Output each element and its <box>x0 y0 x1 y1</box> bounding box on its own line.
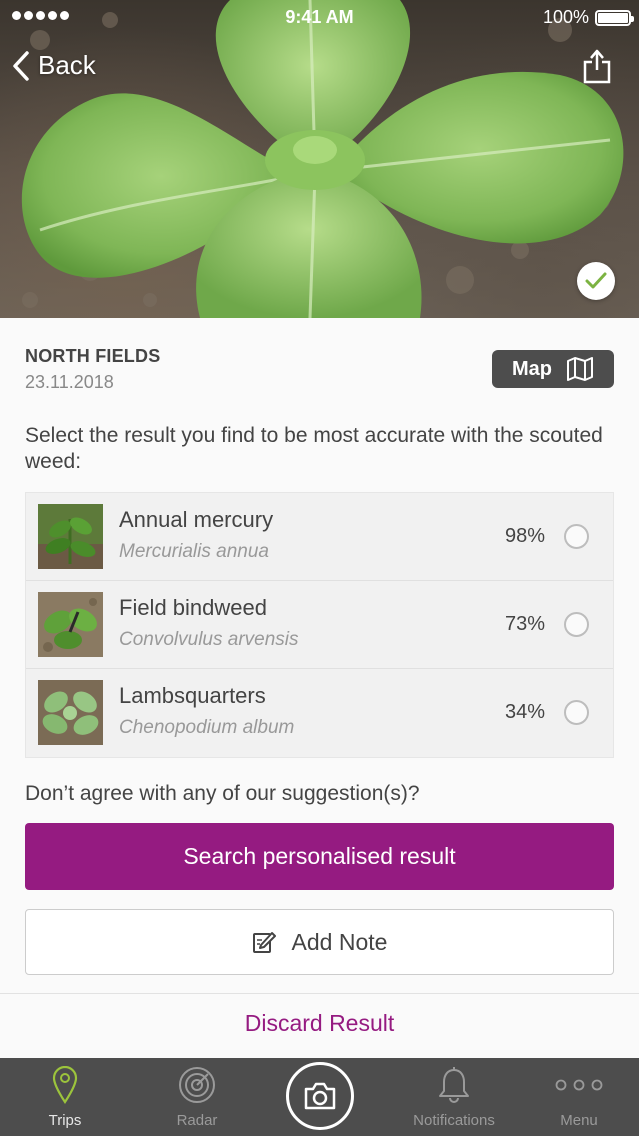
weed-result-screen: 9:41 AM 100% Back NORTH FIELDS 23.11.201… <box>0 0 639 1136</box>
scout-date: 23.11.2018 <box>25 372 114 392</box>
battery-percent: 100% <box>542 7 589 27</box>
search-personalised-label: Search personalised result <box>183 843 456 869</box>
weed-common-name: Field bindweed <box>119 595 267 620</box>
match-percent: 73% <box>504 613 545 635</box>
weed-common-name: Annual mercury <box>119 507 274 532</box>
verified-badge <box>577 262 615 300</box>
match-percent: 98% <box>504 525 545 547</box>
map-pin-icon <box>52 1066 78 1104</box>
weed-latin-name: Convolvulus arvensis <box>119 629 299 650</box>
select-radio[interactable] <box>564 700 589 725</box>
select-radio[interactable] <box>564 524 589 549</box>
weed-thumbnail <box>38 680 103 745</box>
tab-label: Menu <box>560 1112 598 1129</box>
weed-photo-illustration <box>21 0 624 318</box>
tab-label: Radar <box>176 1112 218 1129</box>
weed-thumbnail <box>38 504 103 569</box>
map-icon <box>567 357 593 381</box>
weed-latin-name: Chenopodium album <box>119 717 295 738</box>
weed-latin-name: Mercurialis annua <box>119 541 269 562</box>
checkmark-icon <box>585 272 607 289</box>
chevron-left-icon <box>13 50 29 81</box>
match-percent: 34% <box>504 701 545 723</box>
camera-button[interactable] <box>286 1062 354 1130</box>
weed-thumbnail <box>38 592 103 657</box>
weed-photo: 9:41 AM 100% Back <box>0 0 639 318</box>
share-icon <box>583 49 611 84</box>
edit-note-icon <box>252 932 276 953</box>
result-row-lambsquarters[interactable]: Lambsquarters Chenopodium album 34% <box>26 669 613 757</box>
divider <box>0 993 639 994</box>
battery-icon <box>595 10 634 26</box>
disagree-prompt: Don’t agree with any of our suggestion(s… <box>25 782 420 805</box>
tab-label: Notifications <box>413 1112 495 1129</box>
more-dots-icon <box>555 1079 603 1091</box>
map-label: Map <box>512 357 552 380</box>
search-personalised-button[interactable]: Search personalised result <box>25 823 614 890</box>
add-note-label: Add Note <box>291 928 388 955</box>
weed-common-name: Lambsquarters <box>119 683 266 708</box>
tab-radar[interactable]: Radar <box>137 1058 257 1136</box>
field-name: NORTH FIELDS <box>25 346 161 366</box>
tab-notifications[interactable]: Notifications <box>394 1058 514 1136</box>
discard-result-button[interactable]: Discard Result <box>0 1010 639 1037</box>
back-label: Back <box>38 50 96 80</box>
result-row-field-bindweed[interactable]: Field bindweed Convolvulus arvensis 73% <box>26 581 613 669</box>
radar-icon <box>179 1067 215 1103</box>
tab-menu[interactable]: Menu <box>519 1058 639 1136</box>
map-button[interactable]: Map <box>492 350 614 388</box>
back-button[interactable]: Back <box>12 50 96 81</box>
bell-icon <box>439 1067 469 1103</box>
share-button[interactable] <box>583 48 611 84</box>
tab-trips[interactable]: Trips <box>5 1058 125 1136</box>
tab-label: Trips <box>48 1112 82 1129</box>
add-note-button[interactable]: Add Note <box>25 909 614 975</box>
tab-bar: Trips Radar Notifications Menu <box>0 1058 639 1136</box>
select-radio[interactable] <box>564 612 589 637</box>
result-row-annual-mercury[interactable]: Annual mercury Mercurialis annua 98% <box>26 493 613 581</box>
instruction-text: Select the result you find to be most ac… <box>25 424 603 473</box>
camera-icon <box>304 1082 336 1110</box>
results-list: Annual mercury Mercurialis annua 98% Fie… <box>25 492 614 758</box>
status-bar: 9:41 AM 100% <box>0 0 639 36</box>
